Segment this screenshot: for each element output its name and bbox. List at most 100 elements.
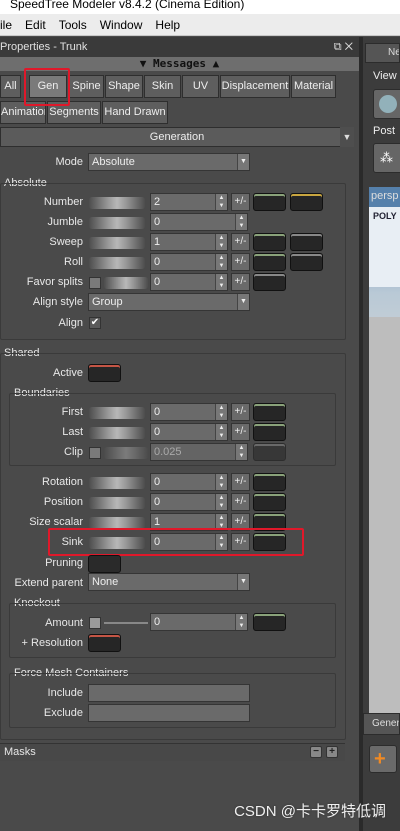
tab-segments[interactable]: Segments: [47, 101, 101, 124]
spin-arrows-icon[interactable]: ▲ ▼: [215, 254, 227, 270]
spin-arrows-icon[interactable]: ▲ ▼: [235, 444, 247, 460]
tab-gen[interactable]: Gen: [29, 75, 67, 98]
sweep-slider[interactable]: [89, 237, 145, 249]
viewport[interactable]: persp POLY: [369, 187, 400, 717]
last-curve-button[interactable]: [253, 423, 286, 441]
right-tab[interactable]: Ne: [365, 43, 400, 63]
sweep-plusminus-button[interactable]: +/-: [231, 233, 250, 251]
extend-parent-dropdown[interactable]: None ▼: [88, 573, 250, 591]
favor-splits-curve-button[interactable]: [253, 273, 286, 291]
view-button[interactable]: [373, 89, 400, 119]
tab-all[interactable]: All: [0, 75, 21, 98]
number-slider[interactable]: [89, 197, 145, 209]
tab-hand-drawn[interactable]: Hand Drawn: [102, 101, 168, 124]
sink-spinbox[interactable]: 0 ▲ ▼: [150, 533, 228, 551]
clip-checkbox[interactable]: [89, 447, 101, 459]
position-plusminus-button[interactable]: +/-: [231, 493, 250, 511]
spin-arrows-icon[interactable]: ▲ ▼: [215, 404, 227, 420]
exclude-field[interactable]: [88, 704, 250, 722]
rotation-spinbox[interactable]: 0 ▲ ▼: [150, 473, 228, 491]
favor-splits-spinbox[interactable]: 0 ▲ ▼: [150, 273, 228, 291]
clip-curve-button[interactable]: [253, 443, 286, 461]
menu-file[interactable]: ile: [0, 18, 19, 32]
tab-skin[interactable]: Skin: [144, 75, 181, 98]
jumble-spinbox[interactable]: 0 ▲ ▼: [150, 213, 248, 231]
align-style-dropdown[interactable]: Group ▼: [88, 293, 250, 311]
spin-arrows-icon[interactable]: ▲ ▼: [215, 514, 227, 530]
messages-bar[interactable]: ▼ Messages ▲: [0, 57, 359, 71]
menu-help[interactable]: Help: [149, 18, 187, 32]
roll-curve-button-2[interactable]: [290, 253, 323, 271]
roll-curve-button[interactable]: [253, 253, 286, 271]
menu-edit[interactable]: Edit: [19, 18, 53, 32]
spin-arrows-icon[interactable]: ▲ ▼: [215, 194, 227, 210]
clip-spinbox[interactable]: 0.025 ▲ ▼: [150, 443, 248, 461]
roll-spinbox[interactable]: 0 ▲ ▼: [150, 253, 228, 271]
favor-splits-plusminus-button[interactable]: +/-: [231, 273, 250, 291]
number-curve-button-2[interactable]: [290, 193, 323, 211]
chevron-down-icon[interactable]: ▼: [340, 127, 354, 147]
add-generator-button[interactable]: +: [369, 745, 397, 773]
sweep-curve-button[interactable]: [253, 233, 286, 251]
align-checkbox[interactable]: ✔: [89, 317, 101, 329]
first-plusminus-button[interactable]: +/-: [231, 403, 250, 421]
masks-add-button[interactable]: +: [326, 746, 338, 758]
spin-arrows-icon[interactable]: ▲ ▼: [215, 234, 227, 250]
first-spinbox[interactable]: 0 ▲ ▼: [150, 403, 228, 421]
sweep-curve-button-2[interactable]: [290, 233, 323, 251]
roll-slider[interactable]: [89, 257, 145, 269]
amount-spinbox[interactable]: 0 ▲ ▼: [150, 613, 248, 631]
last-slider[interactable]: [89, 427, 145, 439]
splitter[interactable]: [359, 37, 363, 831]
post-button[interactable]: ⁂: [373, 143, 400, 173]
size-scalar-spinbox[interactable]: 1 ▲ ▼: [150, 513, 228, 531]
tab-spine[interactable]: Spine: [69, 75, 104, 98]
number-plusminus-button[interactable]: +/-: [231, 193, 250, 211]
favor-splits-checkbox[interactable]: [89, 277, 101, 289]
tab-animation[interactable]: Animation: [0, 101, 46, 124]
tab-shape[interactable]: Shape: [105, 75, 143, 98]
masks-remove-button[interactable]: −: [310, 746, 322, 758]
tab-displacement[interactable]: Displacement: [220, 75, 290, 98]
position-spinbox[interactable]: 0 ▲ ▼: [150, 493, 228, 511]
rotation-curve-button[interactable]: [253, 473, 286, 491]
last-plusminus-button[interactable]: +/-: [231, 423, 250, 441]
panel-float-close-icons[interactable]: ⧉ ✕: [334, 37, 353, 57]
rotation-plusminus-button[interactable]: +/-: [231, 473, 250, 491]
generation-header[interactable]: Generation: [0, 127, 354, 147]
menu-window[interactable]: Window: [94, 18, 150, 32]
spin-arrows-icon[interactable]: ▲ ▼: [235, 214, 247, 230]
number-spinbox[interactable]: 2 ▲ ▼: [150, 193, 228, 211]
favor-splits-slider[interactable]: [104, 277, 148, 289]
roll-plusminus-button[interactable]: +/-: [231, 253, 250, 271]
number-curve-button[interactable]: [253, 193, 286, 211]
amount-slider[interactable]: [104, 622, 148, 624]
spin-arrows-icon[interactable]: ▲ ▼: [215, 534, 227, 550]
amount-curve-button[interactable]: [253, 613, 286, 631]
generator-tab[interactable]: Gener: [363, 713, 400, 735]
spin-arrows-icon[interactable]: ▲ ▼: [215, 474, 227, 490]
first-slider[interactable]: [89, 407, 145, 419]
size-scalar-slider[interactable]: [89, 517, 145, 529]
active-curve-button[interactable]: [88, 364, 121, 382]
position-slider[interactable]: [89, 497, 145, 509]
size-scalar-plusminus-button[interactable]: +/-: [231, 513, 250, 531]
tab-uv[interactable]: UV: [182, 75, 219, 98]
resolution-curve-button[interactable]: [88, 634, 121, 652]
pruning-curve-button[interactable]: [88, 555, 121, 573]
sink-plusminus-button[interactable]: +/-: [231, 533, 250, 551]
sink-slider[interactable]: [89, 537, 145, 549]
jumble-slider[interactable]: [89, 217, 145, 229]
mode-dropdown[interactable]: Absolute ▼: [88, 153, 250, 171]
last-spinbox[interactable]: 0 ▲ ▼: [150, 423, 228, 441]
menu-tools[interactable]: Tools: [53, 18, 94, 32]
sweep-spinbox[interactable]: 1 ▲ ▼: [150, 233, 228, 251]
spin-arrows-icon[interactable]: ▲ ▼: [215, 274, 227, 290]
size-scalar-curve-button[interactable]: [253, 513, 286, 531]
tab-material[interactable]: Material: [291, 75, 336, 98]
rotation-slider[interactable]: [89, 477, 145, 489]
spin-arrows-icon[interactable]: ▲ ▼: [235, 614, 247, 630]
sink-curve-button[interactable]: [253, 533, 286, 551]
clip-slider[interactable]: [104, 447, 148, 459]
first-curve-button[interactable]: [253, 403, 286, 421]
